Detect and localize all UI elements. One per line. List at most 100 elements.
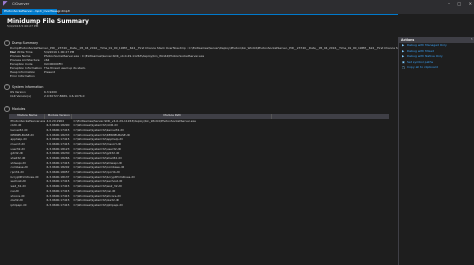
module-path-cell: C:\Windows\System32\ole32.dll [73,199,120,203]
copy-icon: ❐ [402,65,405,70]
module-path-cell: C:\Windows\System32\sechost.dll [73,180,123,184]
minidump-summary-pane: Minidump File Summary 5/4/2016 5:00:27 P… [2,15,425,265]
module-name-cell: apphelp.dll [10,138,27,142]
info-value: 2.0.50727.8689, 4.6.1076.0 [44,94,85,99]
info-row: CLR Version(s) 2.0.50727.8689, 4.6.1076.0 [10,94,390,99]
action-label: Copy all to clipboard [407,65,438,70]
system-info-list: OS Version 6.3.9200 CLR Version(s) 2.0.5072… [10,90,390,99]
module-name-cell: PhotonSocketServer.exe [10,119,46,123]
action-label: Debug with Mixed [407,48,434,53]
module-version-cell: 6.3.9600.18266 [46,157,70,161]
close-icon[interactable]: ✕ [469,1,472,7]
module-path-cell: C:\Windows\System32\apphelp.dll [73,138,123,142]
maximize-icon[interactable]: □ [457,1,461,7]
module-path-cell: C:\Windows\System32\bcryptPrimitives.dll [73,175,135,179]
module-version-cell: 6.3.9600.17415 [46,180,70,184]
module-path-cell: C:\Windows\System32\shcore.dll [73,194,121,198]
action-link[interactable]: ❐ Copy all to clipboard [399,65,474,71]
module-version-cell: 4.0.29.2964 [46,119,64,123]
section-title: System Information [12,84,44,89]
actions-list: ▶ Debug with Managed Only ▶ Debug with Mixe… [399,43,474,71]
module-version-cell: 6.3.9600.17415 [46,199,70,203]
module-name-cell: ws2_32.dll [10,185,26,189]
module-name-cell: gdi32.dll [10,152,24,156]
module-name-cell: user32.dll [10,147,25,151]
module-name-cell: kernel32.dll [10,128,28,132]
action-label: Debug with Native Only [407,54,443,59]
info-row: Error Information [10,74,390,79]
module-path-cell: C:\Windows\System32\nsi.dll [73,189,116,193]
section-system-info-header[interactable]: ⌃ System Information [4,83,396,90]
module-name-cell: KERNELBASE.dll [10,133,34,137]
actions-title: Actions [401,38,415,42]
window-title: CiGserver [12,2,30,6]
minimize-icon[interactable]: – [448,1,450,7]
module-version-cell: 6.3.9600.17415 [46,189,70,193]
module-version-cell: 6.3.9600.17415 [46,203,70,207]
summary-date: 5/4/2016 5:00:27 PM [7,24,39,28]
table-row[interactable]: iphlpapi.dll 6.3.9600.17415 C:\Windows\Sys… [9,203,389,208]
module-path-cell: C:\Windows\System32\ntdll.dll [73,124,118,128]
module-path-cell: C:\Windows\System32\combase.dll [73,166,125,170]
module-version-cell: 6.3.9600.17415 [46,194,70,198]
module-version-cell: 6.3.9600.18230 [46,152,70,156]
module-path-cell: C:\Windows\System32\shell32.dll [73,157,122,161]
module-version-cell: 7.0.9600.17415 [46,142,70,146]
column-header-module-name[interactable]: Module Name [9,114,45,119]
section-modules-header[interactable]: ⌃ Modules [4,105,396,112]
module-path-cell: C:\ExitGames\Server-SDK_v4-0-29-11263\de… [73,119,196,123]
chevron-up-icon[interactable]: ⌃ [470,38,473,42]
info-value: PhotonSocketServer._PID__23740__Date__05… [18,46,425,50]
module-version-cell: 6.3.9600.18202 [46,166,70,170]
tab-label: PhotonSocketServer...mpdr_OverWssagr.dmp [4,8,68,13]
module-name-cell: combase.dll [10,166,28,170]
chevron-up-icon[interactable]: ⌃ [4,83,10,90]
module-name-cell: shcore.dll [10,194,25,198]
tab-close-icon[interactable]: ✕ [67,9,71,14]
tab-dump-file[interactable]: PhotonSocketServer...mpdr_OverWssagr.dmp… [2,9,70,14]
section-title: Modules [12,106,26,111]
module-path-cell: C:\Windows\System32\kernel32.dll [73,128,124,132]
info-key: Error Information [10,74,35,79]
action-label: Debug with Managed Only [407,42,447,47]
module-version-cell: 6.3.9600.17415 [46,128,70,132]
module-name-cell: rpcrt4.dll [10,171,24,175]
module-version-cell: 6.3.9600.17415 [46,185,70,189]
panel-spacer [398,14,474,37]
modules-table: Module Name Module Version Module Path P… [9,114,389,208]
module-name-cell: nsi.dll [10,189,20,193]
module-name-cell: ole32.dll [10,199,23,203]
module-version-cell: 6.3.9600.18057 [46,171,70,175]
section-dump-summary-header[interactable]: ⌃ Dump Summary [4,39,396,46]
module-version-cell: 6.3.9600.17415 [46,138,70,142]
play-icon: ▶ [402,54,405,59]
chevron-up-icon[interactable]: ⌃ [4,105,10,112]
title-bar: ◤ CiGserver – □ ✕ [0,0,474,9]
info-value: Present [44,70,55,75]
actions-panel: Actions ⌃ ▶ Debug with Managed Only ▶ Debug… [398,37,474,265]
module-path-cell: C:\Windows\System32\msvcrt.dll [73,142,122,146]
column-header-module-version[interactable]: Module Version [45,114,72,119]
chevron-up-icon[interactable]: ⌃ [4,39,10,46]
table-body: PhotonSocketServer.exe 4.0.29.2964 C:\Exit… [9,119,389,208]
module-path-cell: C:\Windows\System32\KERNELBASE.dll [73,133,131,137]
column-header-module-path[interactable]: Module Path [72,114,272,119]
module-version-cell: 6.3.9600.18233 [46,133,70,137]
module-path-cell: C:\Windows\System32\shlwapi.dll [73,161,123,165]
module-path-cell: C:\Windows\System32\gdi32.dll [73,152,120,156]
module-version-cell: 6.3.9600.17415 [46,161,70,165]
module-version-cell: 6.3.9600.18290 [46,124,70,128]
dump-summary-list: Dump File PhotonSocketServer._PID__23740_… [10,46,425,79]
section-title: Dump Summary [12,40,39,45]
module-name-cell: ntdll.dll [10,124,22,128]
module-name-cell: sechost.dll [10,180,26,184]
window-controls: – □ ✕ [448,1,472,7]
module-path-cell: C:\Windows\System32\user32.dll [73,147,122,151]
module-path-cell: C:\Windows\System32\ws2_32.dll [73,185,122,189]
module-name-cell: msvcrt.dll [10,142,25,146]
module-name-cell: iphlpapi.dll [10,203,27,207]
action-label: Set symbol paths [407,59,434,64]
symbol-icon: ▣ [402,60,405,65]
module-name-cell: shlwapi.dll [10,161,26,165]
module-name-cell: shell32.dll [10,157,26,161]
